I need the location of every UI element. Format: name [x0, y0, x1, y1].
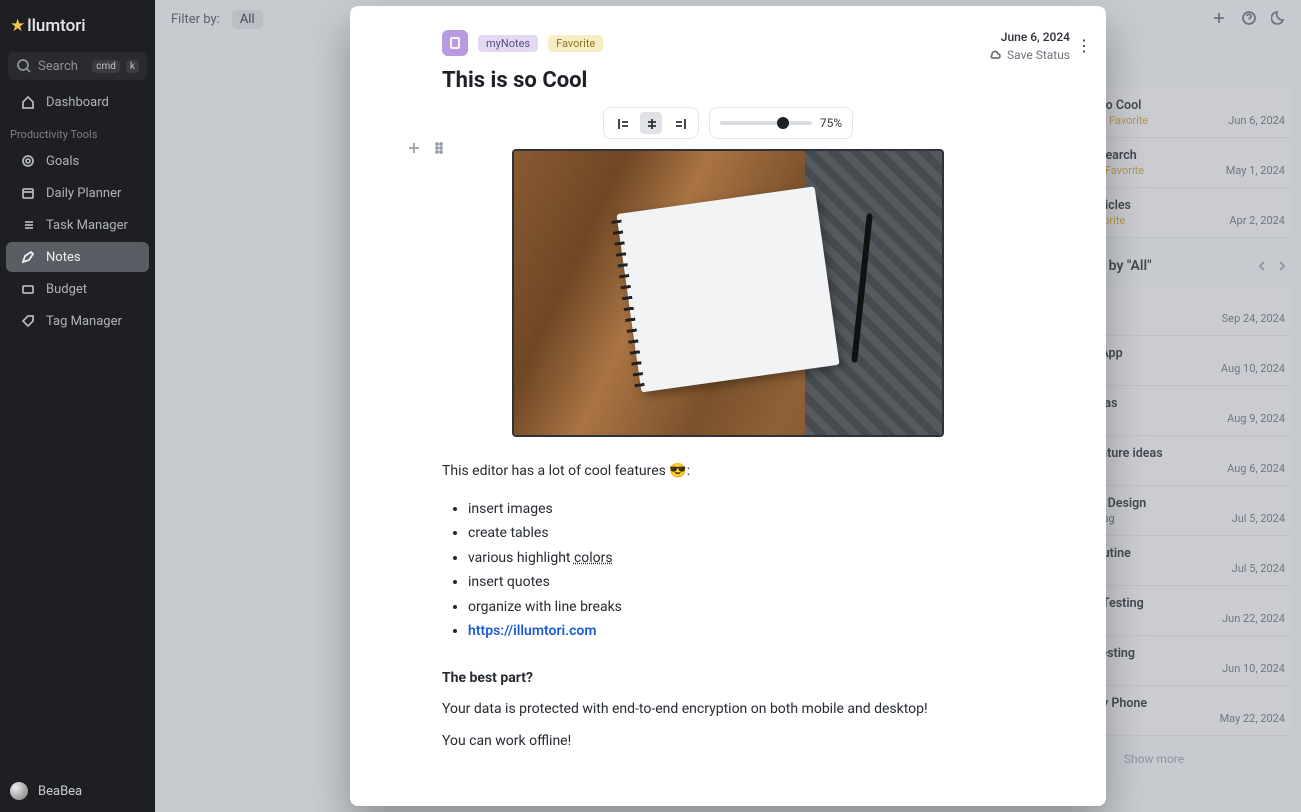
list-item[interactable]: various highlight colors [468, 546, 1014, 571]
app-name: llumtori [27, 16, 85, 36]
nav-label: Notes [46, 250, 81, 265]
note-bullet-list[interactable]: insert images create tables various high… [442, 497, 1014, 644]
add-block-button[interactable] [406, 140, 422, 156]
nav-label: Tag Manager [46, 314, 122, 329]
zoom-slider[interactable]: 75% [709, 107, 853, 139]
note-date: June 6, 2024 [987, 30, 1070, 44]
star-icon: ★ [10, 16, 25, 36]
target-icon [20, 153, 36, 169]
nav-tasks[interactable]: Task Manager [6, 210, 149, 240]
list-item[interactable]: organize with line breaks [468, 595, 1014, 620]
sidebar: ★llumtori Search cmd k Dashboard Product… [0, 0, 155, 812]
nav-label: Dashboard [46, 95, 109, 110]
hotkey-cmd: cmd [92, 60, 120, 73]
align-left-button[interactable] [612, 112, 634, 134]
modal-overlay[interactable]: myNotes Favorite June 6, 2024 Save Statu… [155, 0, 1301, 812]
modal-meta: June 6, 2024 Save Status [987, 30, 1070, 62]
user-menu[interactable]: BeaBea [0, 770, 155, 812]
note-modal: myNotes Favorite June 6, 2024 Save Statu… [350, 6, 1106, 806]
nav-label: Goals [46, 154, 79, 169]
save-status: Save Status [987, 48, 1070, 62]
note-title[interactable]: This is so Cool [442, 68, 1014, 93]
user-name: BeaBea [38, 784, 82, 799]
nav-section-label: Productivity Tools [0, 118, 155, 145]
search-placeholder: Search [38, 59, 86, 74]
list-item[interactable]: https://illumtori.com [468, 619, 1014, 644]
nav-planner[interactable]: Daily Planner [6, 178, 149, 208]
avatar [10, 782, 28, 800]
nav-label: Daily Planner [46, 186, 121, 201]
note-subheading[interactable]: The best part? [442, 668, 1014, 690]
nav-budget[interactable]: Budget [6, 274, 149, 304]
list-item[interactable]: insert quotes [468, 570, 1014, 595]
pencil-icon [20, 249, 36, 265]
nav-tags[interactable]: Tag Manager [6, 306, 149, 336]
note-paragraph[interactable]: You can work offline! [442, 731, 1014, 753]
hotkey-k: k [126, 60, 139, 73]
cloud-icon [987, 48, 1001, 62]
app-logo[interactable]: ★llumtori [0, 0, 155, 46]
align-right-button[interactable] [668, 112, 690, 134]
align-center-button[interactable] [640, 112, 662, 134]
search-icon [16, 58, 32, 74]
list-item[interactable]: insert images [468, 497, 1014, 522]
tag-favorite[interactable]: Favorite [548, 35, 603, 52]
wallet-icon [20, 281, 36, 297]
image-align-controls [603, 107, 699, 139]
nav-label: Task Manager [46, 218, 128, 233]
note-type-icon [442, 30, 468, 56]
nav-label: Budget [46, 282, 87, 297]
more-options-button[interactable]: ⋮ [1076, 36, 1092, 55]
list-icon [20, 217, 36, 233]
list-item[interactable]: create tables [468, 521, 1014, 546]
calendar-icon [20, 185, 36, 201]
nav-notes[interactable]: Notes [6, 242, 149, 272]
drag-handle-icon[interactable] [432, 140, 448, 156]
note-intro[interactable]: This editor has a lot of cool features 😎… [442, 461, 1014, 483]
home-icon [20, 94, 36, 110]
nav-dashboard[interactable]: Dashboard [6, 87, 149, 117]
note-link[interactable]: https://illumtori.com [468, 623, 597, 639]
note-image[interactable] [512, 149, 944, 437]
note-paragraph[interactable]: Your data is protected with end-to-end e… [442, 699, 1014, 721]
nav-goals[interactable]: Goals [6, 146, 149, 176]
tag-mynotes[interactable]: myNotes [478, 35, 538, 52]
zoom-value: 75% [820, 116, 842, 130]
tag-icon [20, 313, 36, 329]
search-input[interactable]: Search cmd k [8, 52, 147, 80]
